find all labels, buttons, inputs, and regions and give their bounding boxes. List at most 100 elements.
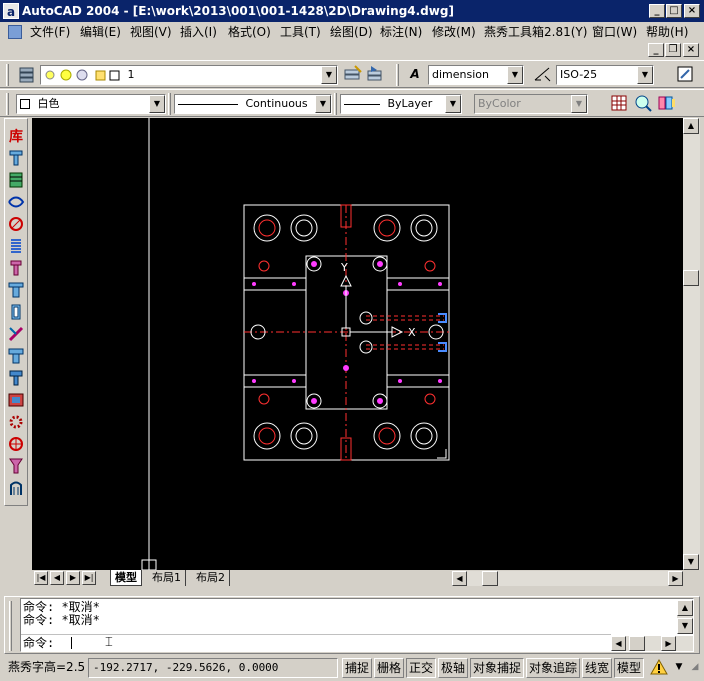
menu-dimension[interactable]: 标注(N) [380,24,422,40]
tab-model[interactable]: 模型 [110,570,142,586]
menu-modify[interactable]: 修改(M) [432,24,476,40]
tab-last-button[interactable]: ▶| [82,571,96,585]
library-button[interactable]: 库 [6,127,26,147]
menu-yanxiu-toolbox[interactable]: 燕秀工具箱2.81(Y) [484,24,587,40]
return-pin-icon[interactable] [6,369,26,389]
color-dropdown[interactable]: 白色 ▼ [16,94,166,114]
tab-layout1[interactable]: 布局1 [148,570,186,586]
command-window-grip[interactable] [9,601,12,651]
command-hscroll-left[interactable]: ◀ [611,636,626,651]
otrack-toggle[interactable]: 对象追踪 [526,658,580,678]
command-input[interactable]: 命令: ⌶ [21,634,611,651]
document-icon[interactable] [8,25,22,39]
menu-format[interactable]: 格式(O) [228,24,271,40]
make-object-layer-current-icon[interactable] [342,64,364,86]
command-window[interactable]: 命令: *取消* 命令: *取消* 命令: ⌶ ▲ ▼ ◀ ▶ [20,598,694,652]
sprue-bushing-icon[interactable] [6,457,26,477]
doc-close-button[interactable]: × [683,43,699,57]
coordinates-display[interactable]: -192.2717, -229.5626, 0.0000 [88,658,338,678]
model-toggle[interactable]: 模型 [614,658,644,678]
menu-view[interactable]: 视图(V) [130,24,172,40]
scroll-down-button[interactable]: ▼ [683,554,699,570]
close-button[interactable]: × [684,4,700,18]
layer-dropdown-arrow[interactable]: ▼ [321,66,337,84]
tab-layout2[interactable]: 布局2 [192,570,230,586]
vertical-scrollbar[interactable]: ▲ ▼ [683,118,700,570]
command-hscrollbar[interactable]: ◀ ▶ [611,636,693,651]
ejector-pin-icon[interactable] [6,149,26,169]
scroll-thumb[interactable] [683,270,699,286]
properties-icon[interactable] [674,64,696,86]
mold-base-icon[interactable] [6,171,26,191]
menu-edit[interactable]: 编辑(E) [80,24,121,40]
lineweight-dropdown[interactable]: ByLayer ▼ [340,94,462,114]
restore-button[interactable]: □ [666,4,682,18]
tab-prev-button[interactable]: ◀ [50,571,64,585]
menu-draw[interactable]: 绘图(D) [330,24,373,40]
guide-pin-icon[interactable] [6,281,26,301]
menu-file[interactable]: 文件(F) [30,24,70,40]
text-style-icon[interactable]: A [404,64,426,86]
dimstyle2-dropdown-arrow[interactable]: ▼ [637,66,653,84]
color-dropdown-arrow[interactable]: ▼ [149,95,165,113]
tab-next-button[interactable]: ▶ [66,571,80,585]
linetype-dropdown-arrow[interactable]: ▼ [315,95,331,113]
locating-ring-icon[interactable] [6,435,26,455]
polar-toggle[interactable]: 极轴 [438,658,468,678]
drawing-canvas[interactable]: Y X [32,118,683,571]
command-hscroll-thumb[interactable] [629,636,645,651]
minimize-button[interactable]: _ [649,4,665,18]
scroll-up-button[interactable]: ▲ [683,118,699,134]
block-icon[interactable] [6,391,26,411]
bolt-icon[interactable] [6,259,26,279]
doc-restore-button[interactable]: ❐ [665,43,681,57]
design-center-icon[interactable] [656,93,678,115]
autocad-app-icon[interactable]: a [3,3,19,19]
hscroll-right-button[interactable]: ▶ [668,571,683,586]
dimstyle-dropdown-arrow[interactable]: ▼ [507,66,523,84]
resize-grip-icon[interactable]: ◢ [688,658,702,678]
grid-toggle[interactable]: 栅格 [374,658,404,678]
layer-manager-icon[interactable] [16,64,38,86]
toolbar-grip[interactable] [6,64,9,86]
zoom-realtime-icon[interactable] [632,93,654,115]
dimension-style-icon[interactable] [532,64,554,86]
toolbar-grip-2[interactable] [396,64,399,86]
plotstyle-dropdown-arrow[interactable]: ▼ [571,95,587,113]
spring-icon[interactable] [6,193,26,213]
command-scrollbar[interactable]: ▲ ▼ [677,600,693,634]
toolbar-grip-3[interactable] [6,93,9,115]
gear-icon[interactable] [6,413,26,433]
dimstyle2-dropdown[interactable]: ISO-25 ▼ [556,65,654,85]
ortho-toggle[interactable]: 正交 [406,658,436,678]
hscroll-thumb[interactable] [482,571,498,586]
table-icon[interactable] [608,93,630,115]
lineweight-toggle[interactable]: 线宽 [582,658,612,678]
screw-hole-icon[interactable] [6,215,26,235]
command-hscroll-right[interactable]: ▶ [661,636,676,651]
menu-help[interactable]: 帮助(H) [646,24,688,40]
coil-spring-icon[interactable] [6,237,26,257]
tab-first-button[interactable]: |◀ [34,571,48,585]
osnap-toggle[interactable]: 对象捕捉 [470,658,524,678]
lineweight-dropdown-arrow[interactable]: ▼ [445,95,461,113]
dimstyle-dropdown[interactable]: dimension ▼ [428,65,524,85]
menu-window[interactable]: 窗口(W) [592,24,637,40]
guide-bush-icon[interactable] [6,479,26,499]
layer-dropdown[interactable]: 1 ▼ [40,65,338,85]
bushing-icon[interactable] [6,303,26,323]
linetype-dropdown[interactable]: Continuous ▼ [174,94,332,114]
plotstyle-dropdown[interactable]: ByColor ▼ [474,94,588,114]
menu-tools[interactable]: 工具(T) [280,24,321,40]
horizontal-scrollbar[interactable]: ◀ ▶ [452,571,683,586]
status-menu-arrow-icon[interactable]: ▼ [672,658,686,678]
command-scroll-up[interactable]: ▲ [677,600,693,616]
toolbar-grip-4[interactable] [168,93,171,115]
hscroll-left-button[interactable]: ◀ [452,571,467,586]
command-scroll-down[interactable]: ▼ [677,618,693,634]
menu-insert[interactable]: 插入(I) [180,24,217,40]
snap-toggle[interactable]: 捕捉 [342,658,372,678]
layer-previous-icon[interactable] [364,64,386,86]
doc-minimize-button[interactable]: _ [648,43,664,57]
communication-center-icon[interactable] [648,658,670,678]
